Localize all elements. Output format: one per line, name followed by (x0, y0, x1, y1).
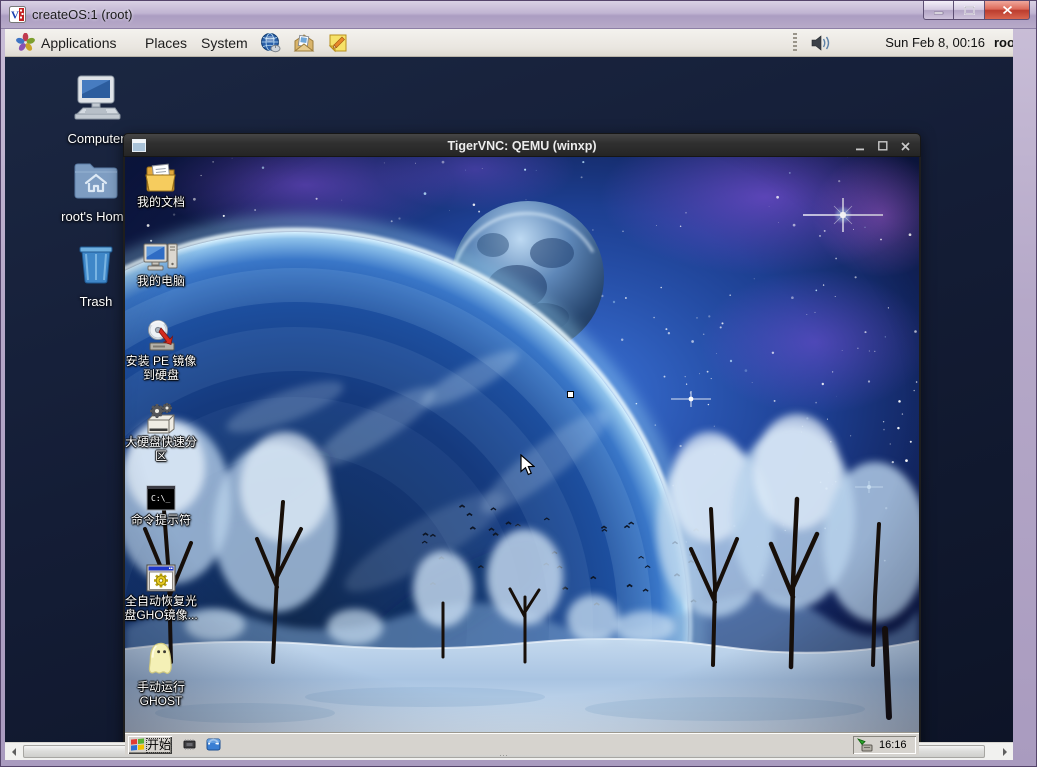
places-menu-label: Places (145, 35, 187, 51)
my-computer-icon (143, 241, 179, 273)
tray-hardware-icon[interactable] (857, 738, 873, 752)
vnc-app-icon: V (9, 6, 26, 23)
svg-text:C:\_: C:\_ (151, 494, 170, 503)
tigervnc-titlebar[interactable]: TigerVNC: QEMU (winxp) (123, 133, 921, 157)
viewer-maximize-button[interactable] (954, 1, 984, 20)
xp-icon-install-pe[interactable]: 安装 PE 镜像 到硬盘 (125, 319, 209, 382)
panel-username[interactable]: root (994, 35, 1013, 50)
scroll-left-button[interactable] (5, 743, 22, 760)
xp-icon-gho-recovery[interactable]: 全自动恢复光 盘GHO镜像... (125, 563, 209, 622)
applications-menu-label: Applications (41, 35, 117, 51)
tigervnc-maximize-button[interactable] (875, 138, 891, 154)
start-button-label: 开始 (147, 739, 171, 752)
tigervnc-window: TigerVNC: QEMU (winxp) (123, 133, 921, 757)
xp-desktop[interactable]: 我的文档 我的电脑 (125, 157, 919, 755)
tigervnc-minimize-button[interactable] (852, 138, 868, 154)
svg-text:V: V (11, 10, 19, 22)
tigervnc-window-title: TigerVNC: QEMU (winxp) (124, 139, 920, 153)
panel-clock[interactable]: Sun Feb 8, 00:16 (885, 35, 985, 50)
xp-icon-label: 全自动恢复光 盘GHO镜像... (125, 594, 209, 622)
gnome-desktop[interactable]: Computer root's Home Trash (5, 57, 1013, 742)
remote-cursor-dot (567, 391, 574, 398)
command-prompt-icon: C:\_ (145, 484, 177, 512)
system-menu-label: System (201, 35, 248, 51)
tray-clock: 16:16 (879, 739, 907, 751)
xp-taskbar[interactable]: 开始 (125, 732, 919, 755)
xp-icon-label: 安装 PE 镜像 到硬盘 (125, 354, 209, 382)
quicklaunch-chip-icon[interactable] (181, 736, 198, 753)
gho-recovery-icon (144, 563, 178, 593)
xp-icon-run-ghost[interactable]: 手动运行 GHOST (125, 641, 209, 708)
places-menu[interactable]: Places (138, 29, 194, 56)
panel-drag-handle[interactable] (793, 33, 797, 53)
distro-logo-icon (16, 33, 35, 52)
xp-icon-my-computer[interactable]: 我的电脑 (125, 241, 209, 288)
vnc-viewer-titlebar[interactable]: V createOS:1 (root) (1, 1, 1036, 29)
mouse-cursor (520, 454, 535, 477)
viewer-window-title: createOS:1 (root) (32, 7, 132, 22)
xp-icon-label: 命令提示符 (125, 513, 209, 527)
xp-icon-label: 我的电脑 (125, 274, 209, 288)
xp-icon-command-prompt[interactable]: C:\_ 命令提示符 (125, 484, 209, 527)
install-pe-icon (144, 319, 178, 353)
my-documents-icon (144, 162, 178, 194)
web-browser-launcher-icon[interactable] (260, 32, 282, 54)
tigervnc-close-button[interactable] (897, 138, 913, 154)
xp-icon-label: 大硬盘快速分 区 (125, 435, 209, 463)
home-folder-icon (72, 159, 120, 201)
windows-flag-icon (131, 738, 144, 751)
xp-icon-quick-partition[interactable]: 大硬盘快速分 区 (125, 402, 209, 463)
quick-partition-icon (144, 402, 178, 434)
scroll-right-button[interactable] (996, 743, 1013, 760)
viewer-content: Applications Places System (5, 29, 1013, 760)
volume-icon[interactable] (810, 34, 832, 52)
xp-icon-label: 我的文档 (125, 195, 209, 209)
computer-icon (71, 75, 121, 123)
ghost-icon (142, 641, 180, 679)
xp-icon-my-documents[interactable]: 我的文档 (125, 162, 209, 209)
vnc-viewer-window: V createOS:1 (root) (0, 0, 1037, 767)
xp-system-tray[interactable]: 16:16 (853, 736, 916, 754)
applications-menu[interactable]: Applications (9, 29, 124, 56)
viewer-close-button[interactable] (984, 1, 1030, 20)
trash-icon (74, 242, 118, 286)
xp-start-button[interactable]: 开始 (128, 736, 172, 754)
gnome-panel: Applications Places System (5, 29, 1013, 57)
xp-icon-label: 手动运行 GHOST (125, 680, 209, 708)
email-launcher-icon[interactable] (293, 32, 315, 54)
system-menu[interactable]: System (194, 29, 255, 56)
quicklaunch-blue-app-icon[interactable] (205, 736, 222, 753)
viewer-minimize-button[interactable] (923, 1, 954, 20)
notes-launcher-icon[interactable] (327, 32, 349, 54)
